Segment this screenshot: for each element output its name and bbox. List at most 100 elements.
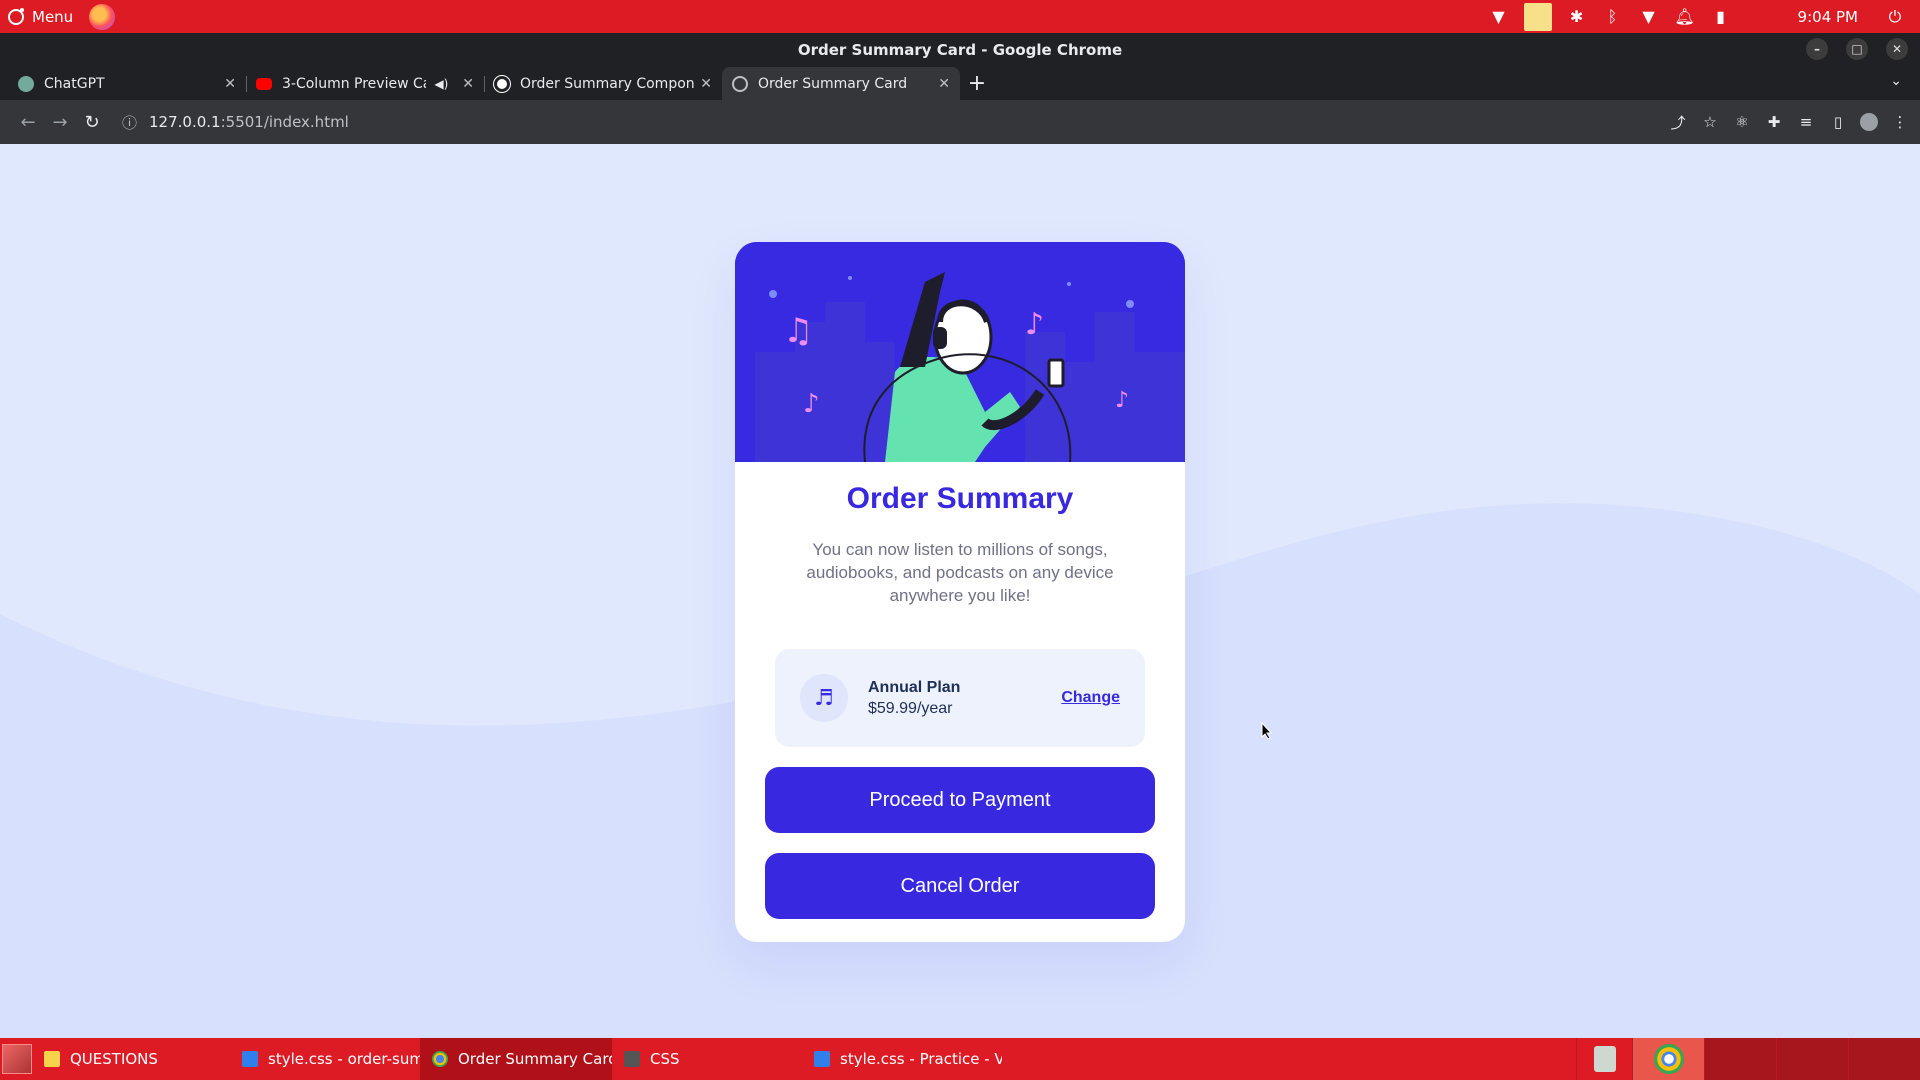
system-tray: ▼ ✱ ᛒ ▼ 🔔︎ ▮ 9:04 PM ⏻: [1488, 0, 1920, 33]
frontend-mentor-icon: [493, 74, 511, 93]
cancel-order-button[interactable]: Cancel Order: [765, 853, 1155, 919]
proceed-to-payment-button[interactable]: Proceed to Payment: [765, 767, 1155, 833]
recycle-bin-icon: [1593, 1046, 1616, 1072]
battery-icon[interactable]: ▮: [1710, 7, 1732, 27]
extensions-puzzle-icon[interactable]: ✚: [1764, 106, 1784, 138]
taskbar-item-label: Order Summary Card ...: [458, 1050, 612, 1068]
plan-box: ♬ Annual Plan $59.99/year Change: [775, 649, 1145, 747]
new-tab-button[interactable]: +: [960, 67, 994, 100]
speaker-icon[interactable]: ◀): [434, 77, 448, 91]
taskbar-item-label: style.css - order-sum...: [268, 1050, 420, 1068]
close-window-button[interactable]: ✕: [1886, 38, 1908, 60]
firefox-launcher-icon[interactable]: [89, 3, 116, 30]
taskbar-item-questions[interactable]: QUESTIONS: [32, 1038, 230, 1080]
bottom-taskbar: QUESTIONS style.css - order-sum... Order…: [0, 1038, 1920, 1080]
reload-button[interactable]: ↻: [76, 106, 108, 138]
plan-name: Annual Plan: [868, 678, 961, 696]
workspace-1[interactable]: [1704, 1038, 1776, 1080]
url-path: :5501/index.html: [220, 113, 349, 131]
svg-text:♪: ♪: [1025, 307, 1044, 342]
taskbar-item-chrome[interactable]: Order Summary Card ...: [420, 1038, 612, 1080]
card-description: You can now listen to millions of songs,…: [806, 540, 1114, 605]
chrome-icon: [1653, 1044, 1684, 1074]
browser-toolbar: ← → ↻ ⓘ 127.0.0.1:5501/index.html ⤴ ☆ ⚛ …: [0, 100, 1920, 144]
music-note-icon: ♬: [800, 674, 848, 722]
globe-icon: [732, 75, 748, 92]
bluetooth-icon[interactable]: ᛒ: [1602, 7, 1624, 27]
svg-text:♫: ♫: [783, 311, 813, 351]
mouse-cursor-icon: [1261, 722, 1273, 740]
taskbar-item-vscode-order[interactable]: style.css - order-sum...: [230, 1038, 420, 1080]
hero-illustration: ♫ ♪ ♪ ♪: [735, 242, 1185, 462]
sticky-notes-icon[interactable]: [1523, 2, 1552, 31]
bell-icon[interactable]: 🔔︎: [1674, 7, 1696, 27]
folder-icon: [44, 1051, 60, 1067]
tab-close-icon[interactable]: ✕: [224, 76, 236, 92]
chatgpt-icon: [18, 75, 34, 92]
tab-search-icon[interactable]: ⌄: [1890, 73, 1902, 89]
side-panel-icon[interactable]: ▯: [1828, 106, 1848, 138]
taskbar-item-label: style.css - Practice - V...: [840, 1050, 1002, 1068]
taskbar-item-label: CSS: [650, 1050, 680, 1068]
vscode-icon: [242, 1051, 258, 1067]
youtube-icon: [256, 77, 272, 90]
svg-text:♪: ♪: [803, 389, 820, 419]
reading-list-icon[interactable]: ≡: [1796, 106, 1816, 138]
extension-react-icon[interactable]: ⚛: [1732, 106, 1752, 138]
taskbar-pinned: [1576, 1038, 1920, 1080]
slack-icon[interactable]: ✱: [1566, 7, 1588, 27]
ubuntu-logo-icon: [8, 7, 24, 25]
system-menu-label: Menu: [32, 7, 74, 26]
tab-title: 3-Column Preview Car: [282, 75, 427, 92]
maximize-button[interactable]: □: [1846, 38, 1868, 60]
tab-chatgpt[interactable]: ChatGPT ✕: [8, 67, 246, 100]
address-bar[interactable]: ⓘ 127.0.0.1:5501/index.html: [122, 106, 349, 138]
tab-strip: ChatGPT ✕ 3-Column Preview Car ◀) ✕ Orde…: [0, 67, 1920, 100]
trash-launcher[interactable]: [1576, 1038, 1632, 1080]
tab-frontend-mentor[interactable]: Order Summary Compon ✕: [484, 67, 722, 100]
card-title: Order Summary: [846, 482, 1074, 515]
system-clock[interactable]: 9:04 PM: [1798, 8, 1858, 26]
order-summary-card: ♫ ♪ ♪ ♪ Order Summary You can now listen…: [735, 242, 1185, 942]
bookmark-star-icon[interactable]: ☆: [1700, 106, 1720, 138]
show-desktop-button[interactable]: [2, 1044, 32, 1074]
tab-close-icon[interactable]: ✕: [700, 76, 712, 92]
forward-button[interactable]: →: [44, 106, 76, 138]
system-top-panel: Menu ▼ ✱ ᛒ ▼ 🔔︎ ▮ 9:04 PM ⏻: [0, 0, 1920, 33]
change-plan-link[interactable]: Change: [1061, 689, 1120, 707]
wifi-icon[interactable]: ▼: [1488, 7, 1510, 27]
taskbar-item-css[interactable]: CSS: [612, 1038, 802, 1080]
tab-close-icon[interactable]: ✕: [462, 76, 474, 92]
workspace-3[interactable]: [1848, 1038, 1920, 1080]
chrome-icon: [432, 1051, 448, 1067]
tab-title: ChatGPT: [44, 75, 105, 92]
url-host: 127.0.0.1: [149, 113, 221, 131]
share-icon[interactable]: ⤴: [1668, 106, 1688, 138]
window-title: Order Summary Card - Google Chrome: [797, 41, 1123, 59]
page-viewport: ♫ ♪ ♪ ♪ Order Summary You can now listen…: [0, 144, 1920, 1038]
profile-avatar[interactable]: [1860, 113, 1878, 131]
tab-close-icon[interactable]: ✕: [938, 76, 950, 92]
wifi-signal-icon[interactable]: ▼: [1638, 7, 1660, 27]
window-title-bar: Order Summary Card - Google Chrome – □ ✕: [0, 33, 1920, 67]
svg-text:♪: ♪: [1115, 388, 1129, 413]
tab-title: Order Summary Compon: [520, 75, 695, 92]
vscode-icon: [814, 1051, 830, 1067]
power-icon[interactable]: ⏻: [1884, 7, 1906, 27]
site-info-icon[interactable]: ⓘ: [122, 112, 137, 133]
tab-youtube[interactable]: 3-Column Preview Car ◀) ✕: [246, 67, 484, 100]
chrome-launcher[interactable]: [1632, 1038, 1704, 1080]
minimize-button[interactable]: –: [1806, 38, 1828, 60]
plan-price: $59.99/year: [868, 699, 953, 717]
toolbar-actions: ⤴ ☆ ⚛ ✚ ≡ ▯ ⋮: [1668, 106, 1910, 138]
more-menu-icon[interactable]: ⋮: [1890, 106, 1910, 138]
tab-order-summary[interactable]: Order Summary Card ✕: [722, 67, 960, 100]
taskbar-item-label: QUESTIONS: [70, 1050, 158, 1068]
back-button[interactable]: ←: [12, 106, 44, 138]
taskbar-item-vscode-practice[interactable]: style.css - Practice - V...: [802, 1038, 1002, 1080]
window-controls: – □ ✕: [1806, 38, 1908, 60]
terminal-icon: [624, 1051, 640, 1067]
system-menu-button[interactable]: Menu: [0, 3, 116, 30]
workspace-2[interactable]: [1776, 1038, 1848, 1080]
tab-title: Order Summary Card: [758, 75, 908, 92]
